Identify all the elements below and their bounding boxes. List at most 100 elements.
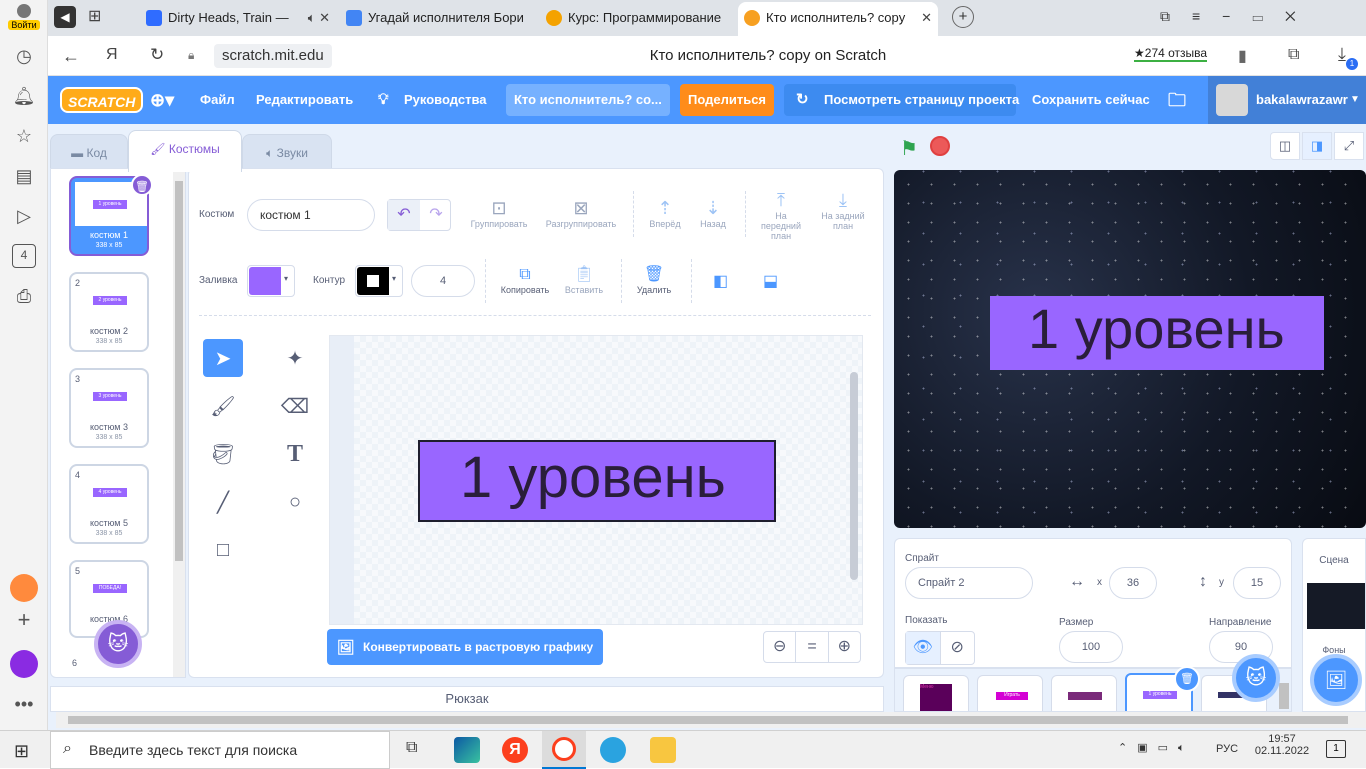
zoom-reset-icon[interactable]: = [796, 632, 829, 662]
task-view-icon[interactable]: ⧉ [406, 739, 417, 757]
new-tab-icon[interactable]: + [952, 6, 974, 28]
tab-code[interactable]: ▬ Код [50, 134, 128, 170]
fullscreen-icon[interactable]: ⤢ [1334, 132, 1364, 160]
show-eye-icon[interactable]: 👁︎ [906, 632, 940, 664]
bookmark-icon[interactable]: ▮ [1238, 46, 1247, 66]
choose-sprite-button[interactable]: 🐱︎ [1232, 654, 1280, 702]
history-icon[interactable]: ◷ [12, 44, 36, 68]
file-explorer-icon[interactable] [650, 737, 676, 763]
stage[interactable]: 1 уровень [894, 170, 1366, 528]
choose-backdrop-button[interactable]: 🖼︎ [1310, 654, 1362, 706]
back-button[interactable]: ⤓ На задний план [815, 189, 871, 231]
tab-scratch[interactable]: Кто исполнитель? copy ✕ [738, 2, 938, 36]
see-project-page-button[interactable]: ↻ Посмотреть страницу проекта [784, 84, 1019, 116]
size-input[interactable]: 100 [1059, 631, 1123, 663]
bell-icon[interactable]: 🔔︎ [12, 84, 36, 108]
forward-button[interactable]: ⇡ Вперёд [645, 197, 685, 229]
edge-icon[interactable] [454, 737, 480, 763]
scratch-logo[interactable]: SCRATCH [60, 87, 144, 113]
choose-costume-button[interactable]: 🐱︎ [94, 620, 142, 668]
new-tab-group-icon[interactable]: ⊞ [88, 6, 110, 28]
copy-button[interactable]: ⧉ Копировать [495, 265, 555, 295]
clock[interactable]: 19:57 02.11.2022 [1254, 733, 1310, 757]
costume-item-3[interactable]: 3 3 уровень костюм 3 338 x 85 [69, 368, 149, 448]
sprite-name-input[interactable]: Спрайт 2 [905, 567, 1033, 599]
more-icon[interactable]: ••• [12, 692, 36, 716]
text-tool[interactable]: T [275, 435, 315, 473]
sprite-thumb-2[interactable]: Играть [977, 675, 1043, 711]
delete-costume-icon[interactable]: 🗑︎ [131, 174, 153, 196]
brush-tool[interactable]: 🖌︎ [203, 387, 243, 425]
sprite-thumb-3[interactable] [1051, 675, 1117, 711]
tab-sounds[interactable]: 🔈︎ Звуки [242, 134, 332, 170]
globe-icon[interactable]: ⊕▾ [150, 76, 174, 124]
sprite-list-scrollbar[interactable] [1279, 683, 1289, 709]
fill-color-picker[interactable]: ▾ [247, 265, 295, 297]
redo-icon[interactable]: ↷ [420, 200, 452, 230]
line-tool[interactable]: ╱ [203, 483, 243, 521]
front-button[interactable]: ⤒ На передний план [755, 189, 807, 241]
alice-icon[interactable] [10, 650, 38, 678]
stop-icon[interactable] [930, 136, 950, 156]
account-menu[interactable]: bakalawrazawr ▼ [1208, 76, 1366, 124]
add-panel-icon[interactable]: + [12, 608, 36, 632]
url-domain[interactable]: scratch.mit.edu [214, 44, 332, 68]
delete-button[interactable]: 🗑︎ Удалить [629, 265, 679, 295]
canvas-text-shape[interactable]: 1 уровень [418, 440, 776, 522]
flip-vertical-icon[interactable]: ⬓ [763, 271, 778, 291]
x-input[interactable]: 36 [1109, 567, 1157, 599]
tab-guess-artist[interactable]: Угадай исполнителя Бори [340, 4, 532, 32]
tab-count-icon[interactable]: 4 [12, 244, 36, 268]
group-button[interactable]: ⊡ Группировать [467, 197, 531, 229]
video-icon[interactable]: ▷ [12, 204, 36, 228]
outline-color-picker[interactable]: ▾ [355, 265, 403, 297]
save-now-button[interactable]: Сохранить сейчас [1032, 76, 1150, 124]
windows-start-icon[interactable]: ⊞ [14, 741, 29, 762]
canvas-scrollbar[interactable] [850, 372, 858, 580]
green-flag-icon[interactable]: ⚑ [900, 136, 918, 161]
tab-sound-icon[interactable]: ◀ [54, 6, 76, 28]
small-stage-icon[interactable]: ◫ [1270, 132, 1300, 160]
delete-sprite-icon[interactable]: 🗑︎ [1174, 666, 1200, 692]
menu-edit[interactable]: Редактировать [256, 76, 353, 124]
reshape-tool[interactable]: ✦ [275, 339, 315, 377]
menu-tutorials[interactable]: Руководства [404, 76, 487, 124]
fill-tool[interactable]: 🪣︎ [203, 435, 243, 473]
reviews-badge[interactable]: ★274 отзыва [1134, 46, 1208, 62]
hide-eye-icon[interactable]: ⊘ [939, 632, 975, 664]
tab-costumes[interactable]: 🖌︎ Костюмы [128, 130, 242, 172]
menu-file[interactable]: Файл [200, 76, 235, 124]
costume-name-input[interactable]: костюм 1 [247, 199, 375, 231]
tab-dirty-heads[interactable]: Dirty Heads, Train — 🔈︎ ✕ [140, 4, 332, 32]
yandex-active-app[interactable] [542, 731, 586, 769]
screenshot-icon[interactable]: ⎙ [12, 284, 36, 308]
back-icon[interactable]: ← [62, 46, 80, 67]
tab-course[interactable]: Курс: Программирование [540, 4, 732, 32]
paste-button[interactable]: 📋︎ Вставить [557, 265, 611, 295]
collections-icon[interactable]: ⧉ [1288, 46, 1299, 64]
backpack[interactable]: Рюкзак [50, 686, 884, 712]
costume-item-2[interactable]: 2 2 уровень костюм 2 338 x 85 [69, 272, 149, 352]
undo-icon[interactable]: ↶ [388, 200, 420, 230]
yandex-browser-icon[interactable]: Я [502, 737, 528, 763]
paint-canvas[interactable]: 1 уровень [329, 335, 863, 625]
normal-stage-icon[interactable]: ◨ [1302, 132, 1332, 160]
notes-icon[interactable]: ▤ [12, 164, 36, 188]
download-icon[interactable]: ⤓ [1338, 44, 1346, 65]
mail-icon[interactable] [10, 574, 38, 602]
costume-item-1[interactable]: 1 1 уровень костюм 1 338 x 85 🗑︎ [69, 174, 153, 256]
tab-close-icon[interactable]: 🔈︎ ✕ [303, 4, 330, 32]
taskbar-search[interactable]: ⌕ Введите здесь текст для поиска [50, 731, 390, 769]
star-icon[interactable]: ☆ [12, 124, 36, 148]
system-tray-icons[interactable]: ⌃▣▭🔈︎ [1118, 741, 1195, 755]
circle-tool[interactable]: ○ [275, 483, 315, 521]
share-button[interactable]: Поделиться [680, 84, 774, 116]
zoom-in-icon[interactable]: ⊕ [829, 632, 860, 662]
telegram-icon[interactable] [600, 737, 626, 763]
rectangle-tool[interactable]: □ [203, 531, 243, 569]
reload-icon[interactable]: ↻ [150, 45, 164, 65]
login-button[interactable]: Войти [8, 4, 40, 34]
window-controls[interactable]: ⧉≡−▭✕ [1160, 8, 1318, 25]
zoom-out-icon[interactable]: ⊖ [764, 632, 797, 662]
ungroup-button[interactable]: ⊠ Разгруппировать [541, 197, 621, 229]
